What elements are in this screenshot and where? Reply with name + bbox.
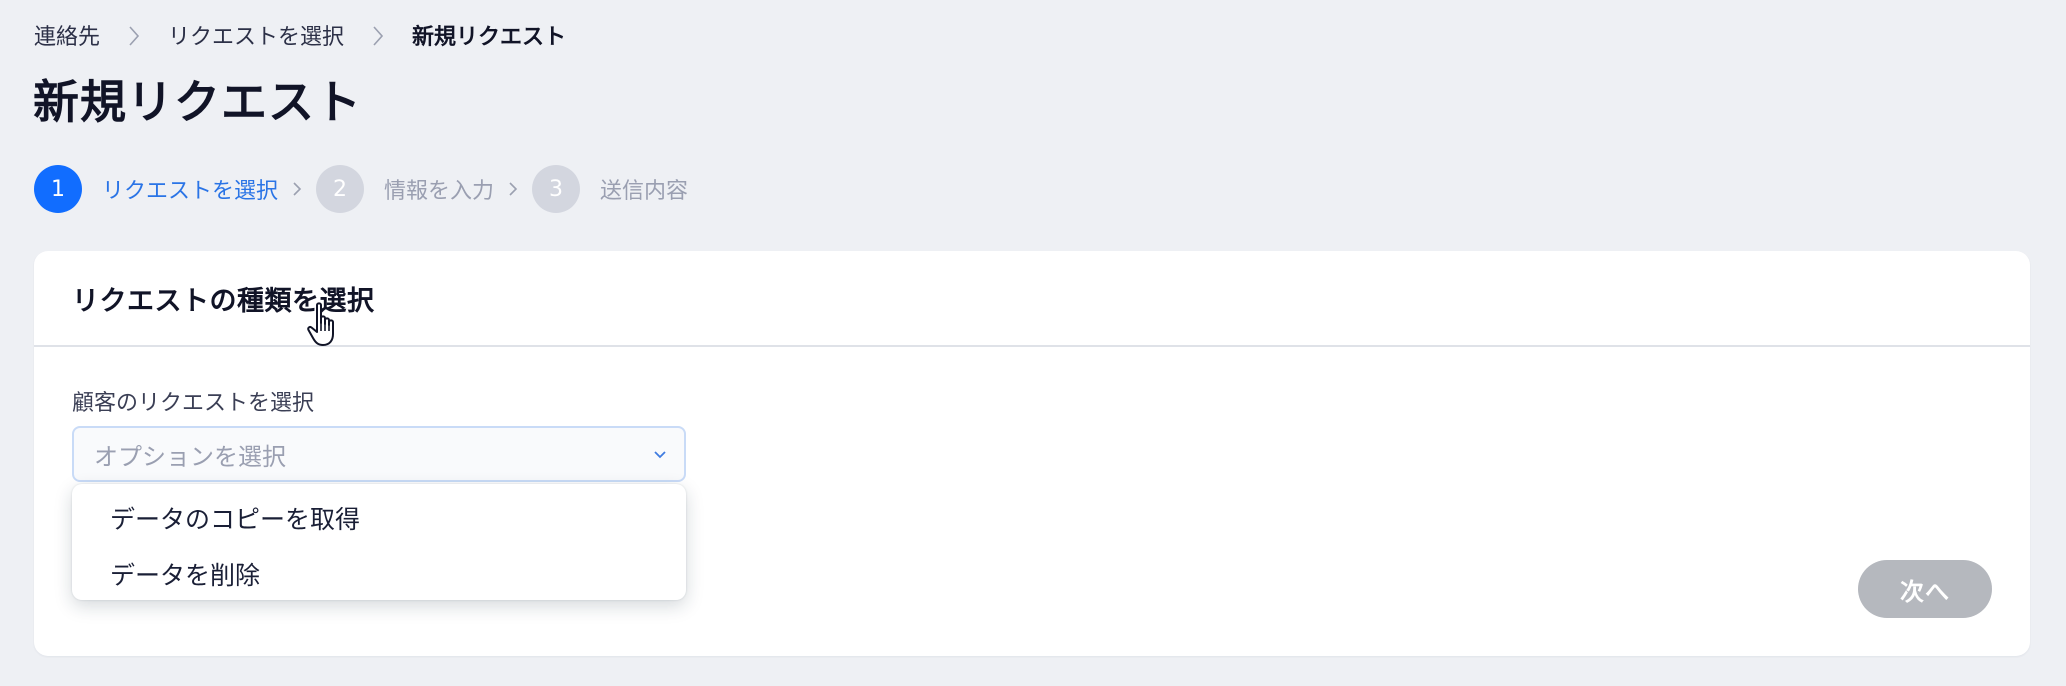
- option-get-data-copy[interactable]: データのコピーを取得: [72, 490, 686, 546]
- step-1: 1 リクエストを選択: [34, 165, 278, 213]
- chevron-right-icon: [100, 23, 168, 48]
- hand-pointer-cursor-icon: [307, 302, 334, 346]
- step-label: 送信内容: [600, 179, 689, 204]
- breadcrumb: 連絡先 リクエストを選択 新規リクエスト: [34, 18, 566, 52]
- step-number: 1: [34, 165, 82, 213]
- breadcrumb-item-select-request[interactable]: リクエストを選択: [168, 19, 344, 51]
- step-3: 3 送信内容: [532, 165, 688, 213]
- step-label: リクエストを選択: [102, 179, 279, 204]
- breadcrumb-item-new-request: 新規リクエスト: [412, 25, 567, 50]
- chevron-down-icon: [654, 451, 666, 459]
- chevron-right-icon: [278, 181, 316, 197]
- step-label: 情報を入力: [384, 179, 495, 204]
- breadcrumb-item-contacts[interactable]: 連絡先: [34, 19, 100, 51]
- select-placeholder: オプションを選択: [94, 442, 286, 471]
- request-select-dropdown[interactable]: オプションを選択: [72, 426, 686, 482]
- option-delete-data[interactable]: データを削除: [72, 546, 686, 602]
- request-options-menu: データのコピーを取得 データを削除: [72, 484, 686, 600]
- step-2: 2 情報を入力: [316, 165, 494, 213]
- chevron-right-icon: [344, 23, 412, 48]
- stepper: 1 リクエストを選択 2 情報を入力 3 送信内容: [34, 165, 688, 213]
- page-title: 新規リクエスト: [33, 75, 362, 129]
- chevron-right-icon: [494, 181, 532, 197]
- step-number: 2: [316, 165, 365, 213]
- step-number: 3: [532, 165, 581, 213]
- request-select-label: 顧客のリクエストを選択: [72, 391, 315, 416]
- next-button[interactable]: 次へ: [1858, 560, 1992, 618]
